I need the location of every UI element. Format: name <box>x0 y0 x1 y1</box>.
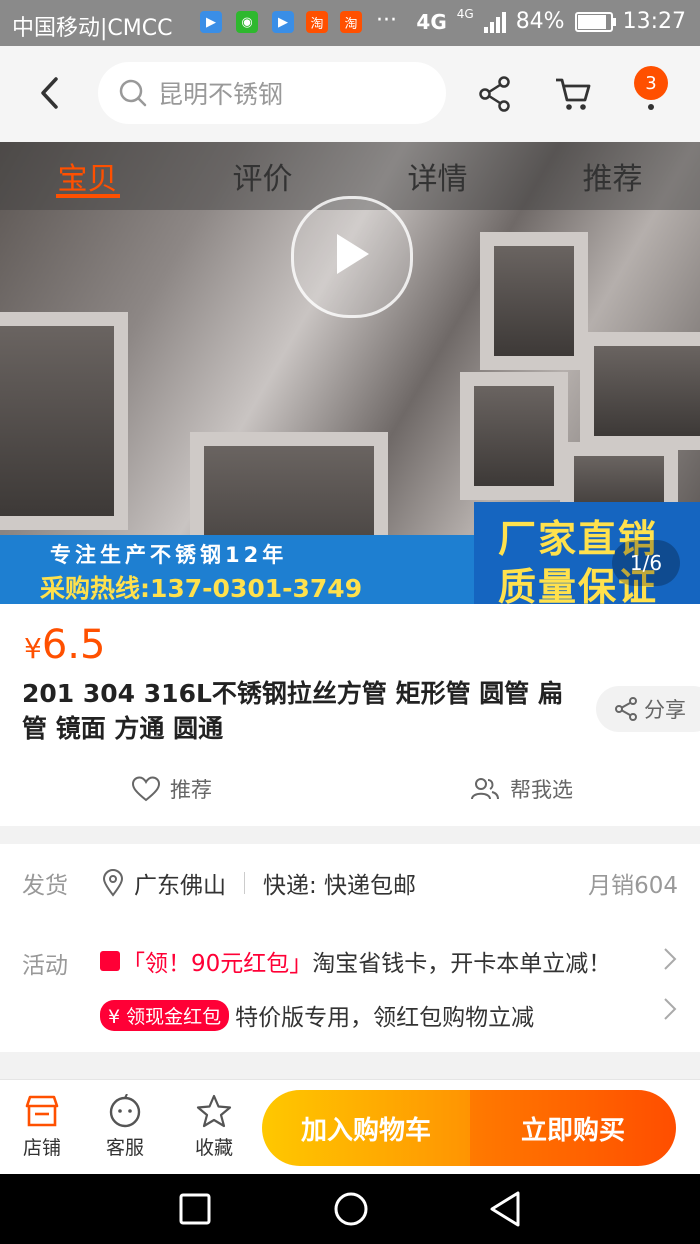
back-nav-icon[interactable] <box>488 1190 522 1228</box>
recents-icon[interactable] <box>178 1192 212 1226</box>
shipping-label: 发货 <box>22 873 68 899</box>
play-video-button[interactable] <box>291 196 413 318</box>
network-4g-label: 4G <box>416 9 447 34</box>
gallery-pager: 1/6 <box>612 540 680 586</box>
cart-count-badge[interactable]: 3 <box>634 66 668 100</box>
more-notifications: ··· <box>376 8 397 33</box>
share-button[interactable]: 分享 <box>596 686 700 732</box>
add-to-cart-button[interactable]: 加入购物车 <box>262 1090 470 1166</box>
product-title: 201 304 316L不锈钢拉丝方管 矩形管 圆管 扁管 镜面 方通 圆通 <box>22 679 564 743</box>
favorite-button[interactable]: 收藏 <box>179 1094 249 1160</box>
share-icon[interactable] <box>478 76 512 112</box>
tube-graphic <box>580 332 700 450</box>
red-envelope-icon <box>100 951 120 971</box>
tab-item[interactable]: 宝贝 <box>0 142 175 210</box>
activity-label: 活动 <box>22 953 68 979</box>
carrier-label: 中国移动|CMCC <box>12 16 173 41</box>
share-label: 分享 <box>644 698 686 722</box>
search-icon <box>119 79 147 107</box>
status-right: 4G 4G 84% 13:27 <box>416 6 686 35</box>
delivery-method: 快递: 快递包邮 <box>263 873 417 899</box>
store-icon <box>25 1095 59 1127</box>
signal-icon <box>483 11 506 33</box>
home-icon[interactable] <box>332 1190 370 1228</box>
battery-fill <box>577 14 607 29</box>
battery-icon <box>574 11 616 32</box>
store-button[interactable]: 店铺 <box>7 1094 77 1160</box>
promo1-tag: 「领！90元红包」 <box>122 951 313 977</box>
help-choose-label: 帮我选 <box>510 778 573 802</box>
taobao-app-icon-2: 淘 <box>340 11 362 33</box>
taobao-app-icon: 淘 <box>306 11 328 33</box>
buy-now-button[interactable]: 立即购买 <box>470 1090 676 1166</box>
banner-line2: 采购热线:137-0301-3749 <box>40 574 363 603</box>
service-label: 客服 <box>105 1137 144 1159</box>
monthly-sales: 月销604 <box>588 873 678 899</box>
product-info: ¥6.5 201 304 316L不锈钢拉丝方管 矩形管 圆管 扁管 镜面 方通… <box>0 604 700 826</box>
heart-icon <box>132 776 160 802</box>
promo2-text: 特价版专用，领红包购物立减 <box>235 1005 535 1031</box>
top-nav: 昆明不锈钢 3 <box>0 46 700 142</box>
chat-face-icon <box>109 1093 141 1128</box>
tube-graphic <box>480 232 588 370</box>
network-4g-small: 4G <box>456 6 474 21</box>
people-icon <box>471 778 499 800</box>
shipping-location: 广东佛山 <box>134 873 226 899</box>
video-app-icon: ▶ <box>200 11 222 33</box>
clock: 13:27 <box>622 9 686 34</box>
video-app-icon-2: ▶ <box>272 11 294 33</box>
wechat-app-icon: ◉ <box>236 11 258 33</box>
help-choose-button[interactable]: 帮我选 <box>470 774 573 804</box>
store-label: 店铺 <box>22 1137 61 1159</box>
promo-row-2[interactable]: ¥ 领现金红包 特价版专用，领红包购物立减 <box>100 998 660 1032</box>
share-icon <box>615 697 637 721</box>
price-value: 6.5 <box>41 622 106 668</box>
bottom-action-bar: 店铺 客服 收藏 加入购物车 立即购买 <box>0 1079 700 1175</box>
shipping-row[interactable]: 发货 广东佛山 快递: 快递包邮 月销604 <box>22 866 678 900</box>
tab-recommend[interactable]: 推荐 <box>525 142 700 210</box>
cart-icon[interactable] <box>554 76 592 112</box>
favorite-label: 收藏 <box>194 1137 233 1159</box>
more-menu-dot[interactable] <box>648 104 654 110</box>
tube-graphic <box>0 312 128 530</box>
promo1-text: 淘宝省钱卡，开卡本单立减！ <box>312 951 612 977</box>
promo2-tag: 领现金红包 <box>126 1005 222 1028</box>
cash-envelope-badge: ¥ 领现金红包 <box>100 999 230 1031</box>
tube-graphic <box>460 372 568 500</box>
location-icon <box>102 869 124 897</box>
chevron-right-icon[interactable] <box>662 996 678 1022</box>
price: ¥6.5 <box>24 622 105 668</box>
divider <box>244 872 245 894</box>
search-box[interactable]: 昆明不锈钢 <box>98 62 446 124</box>
system-nav-bar <box>0 1174 700 1244</box>
battery-percent: 84% <box>515 9 565 34</box>
shipping-panel: 发货 广东佛山 快递: 快递包邮 月销604 活动 「领！90元红包」 淘宝省钱… <box>0 844 700 1052</box>
chevron-right-icon[interactable] <box>662 946 678 972</box>
recommend-label: 推荐 <box>170 778 212 802</box>
banner-left: 专注生产不锈钢12年 采购热线:137-0301-3749 <box>0 535 474 604</box>
star-icon <box>196 1094 232 1128</box>
search-placeholder: 昆明不锈钢 <box>158 80 284 109</box>
product-gallery[interactable]: 宝贝 评价 详情 推荐 专注生产不锈钢12年 采购热线:137-0301-374… <box>0 142 700 604</box>
customer-service-button[interactable]: 客服 <box>90 1093 160 1160</box>
recommend-button[interactable]: 推荐 <box>132 774 212 804</box>
promo-row-1[interactable]: 「领！90元红包」 淘宝省钱卡，开卡本单立减！ <box>100 944 660 978</box>
banner-line1: 专注生产不锈钢12年 <box>50 543 288 567</box>
play-icon <box>337 234 369 274</box>
currency-symbol: ¥ <box>24 632 42 665</box>
status-bar: 中国移动|CMCC ▶ ◉ ▶ 淘 淘 ··· 4G 4G 84% 13:27 <box>0 0 700 46</box>
back-icon[interactable] <box>38 76 62 110</box>
